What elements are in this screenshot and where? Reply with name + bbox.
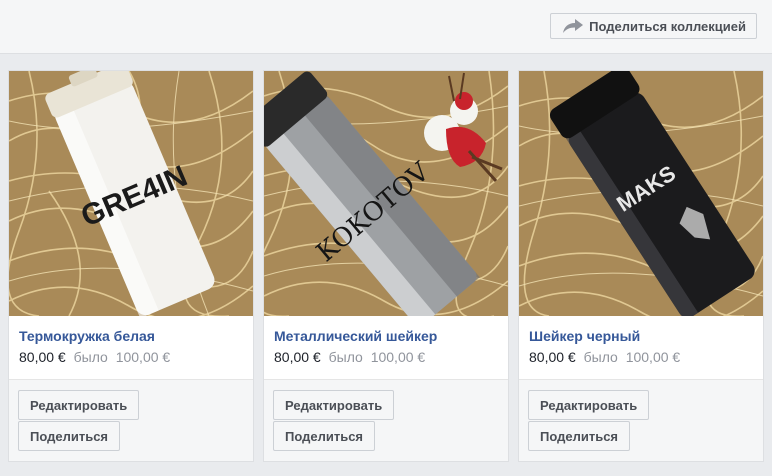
card-actions: Редактировать Поделиться	[519, 379, 763, 461]
edit-button[interactable]: Редактировать	[18, 390, 140, 420]
edit-button[interactable]: Редактировать	[528, 390, 650, 420]
share-collection-label: Поделиться коллекцией	[589, 18, 746, 34]
share-button[interactable]: Поделиться	[18, 421, 121, 451]
share-button[interactable]: Поделиться	[273, 421, 376, 451]
product-price: 80,00 €	[274, 349, 321, 365]
edit-button[interactable]: Редактировать	[273, 390, 395, 420]
product-grid: GRE4IN Термокружка белая 80,00 € было 10…	[0, 62, 772, 476]
old-price-label: было	[73, 349, 108, 365]
card-actions: Редактировать Поделиться	[264, 379, 508, 461]
product-price: 80,00 €	[19, 349, 66, 365]
product-title[interactable]: Термокружка белая	[19, 328, 155, 344]
share-arrow-icon	[563, 19, 584, 33]
product-title[interactable]: Шейкер черный	[529, 328, 640, 344]
product-image[interactable]: GRE4IN	[9, 71, 253, 316]
product-title[interactable]: Металлический шейкер	[274, 328, 437, 344]
product-card: KOKOTOV Металлический шейкер 80,00 € был…	[263, 70, 509, 462]
price-line: 80,00 € было 100,00 €	[274, 349, 425, 365]
product-image[interactable]: MAKS	[519, 71, 763, 316]
product-card: GRE4IN Термокружка белая 80,00 € было 10…	[8, 70, 254, 462]
product-price: 80,00 €	[529, 349, 576, 365]
share-collection-button[interactable]: Поделиться коллекцией	[550, 13, 757, 39]
old-price-label: было	[583, 349, 618, 365]
old-price: 100,00 €	[370, 349, 426, 365]
price-line: 80,00 € было 100,00 €	[529, 349, 680, 365]
collection-header: Поделиться коллекцией	[0, 0, 772, 54]
product-card: MAKS Шейкер черный 80,00 € было 100,00 €…	[518, 70, 764, 462]
card-actions: Редактировать Поделиться	[9, 379, 253, 461]
product-image[interactable]: KOKOTOV	[264, 71, 508, 316]
price-line: 80,00 € было 100,00 €	[19, 349, 170, 365]
share-button[interactable]: Поделиться	[528, 421, 631, 451]
old-price: 100,00 €	[625, 349, 681, 365]
old-price: 100,00 €	[115, 349, 171, 365]
old-price-label: было	[328, 349, 363, 365]
